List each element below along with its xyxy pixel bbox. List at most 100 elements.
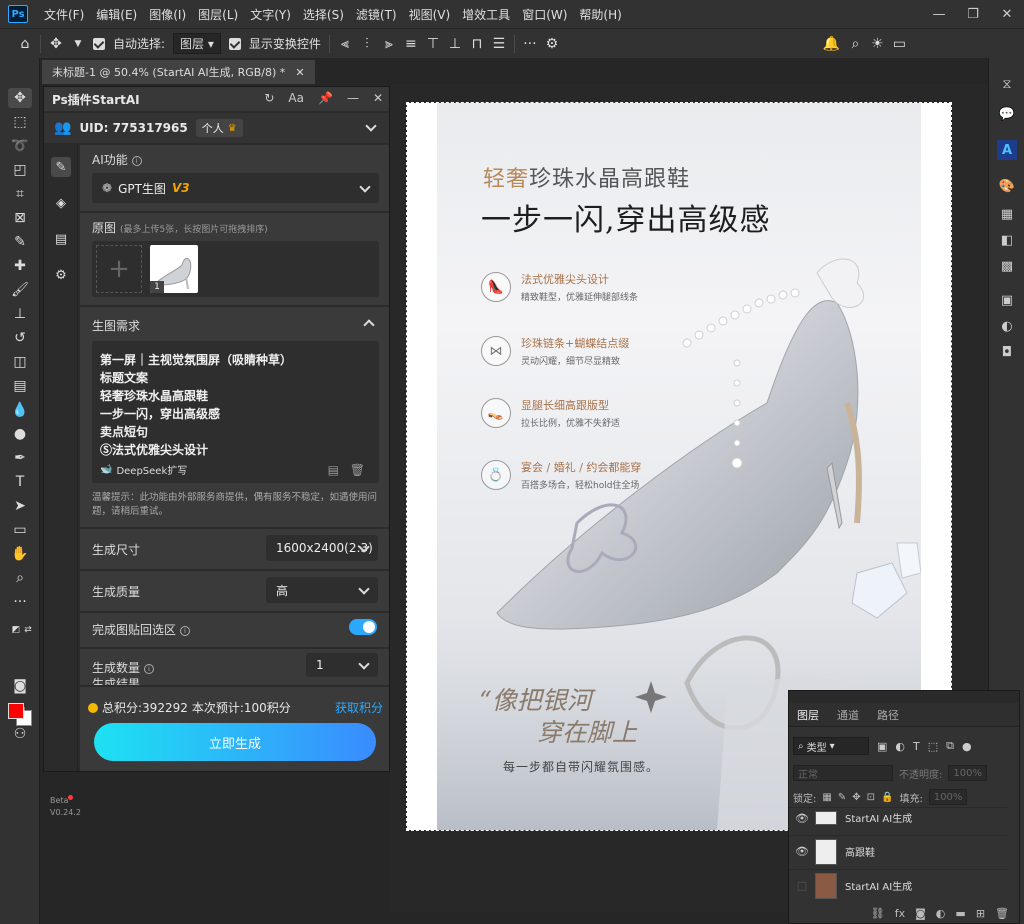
adjustment-filter-icon[interactable]: ◐: [895, 740, 905, 753]
gear-icon[interactable]: ⚙: [545, 36, 559, 52]
info-icon[interactable]: i: [131, 155, 142, 166]
menu-window[interactable]: 窗口(W): [516, 6, 573, 23]
properties-icon[interactable]: ◘: [997, 342, 1017, 362]
minimize-icon[interactable]: —: [922, 0, 956, 28]
prompt-textarea[interactable]: 第一屏｜主视觉氛围屏（吸睛种草） 标题文案 轻奢珍珠水晶高跟鞋 一步一闪，穿出高…: [92, 341, 379, 483]
gradients-icon[interactable]: ◧: [997, 230, 1017, 250]
text-filter-icon[interactable]: T: [913, 740, 920, 753]
layer-row[interactable]: □ StartAI AI生成: [789, 869, 1007, 901]
comment-icon[interactable]: 💬: [997, 104, 1017, 124]
bell-icon[interactable]: 🔔: [823, 36, 840, 52]
distribute-icon[interactable]: ≡: [404, 36, 418, 52]
add-image-button[interactable]: +: [96, 245, 142, 293]
menu-help[interactable]: 帮助(H): [573, 6, 627, 23]
filter-toggle-icon[interactable]: ●: [962, 740, 972, 753]
crop-tool-icon[interactable]: ⌗: [8, 184, 32, 204]
auto-select-dropdown[interactable]: 图层 ▾: [173, 33, 221, 54]
path-select-tool-icon[interactable]: ➤: [8, 496, 32, 516]
eye-icon[interactable]: 👁: [789, 845, 815, 858]
chevron-down-icon[interactable]: ▼: [71, 39, 85, 49]
swap-colors-icon[interactable]: ⇄: [16, 620, 40, 640]
frame-tool-icon[interactable]: ⊠: [8, 208, 32, 228]
tab-channels[interactable]: 通道: [837, 707, 859, 723]
zoom-tool-icon[interactable]: ⌕: [8, 568, 32, 588]
model-dropdown[interactable]: ❁ GPT生图 V3: [92, 173, 379, 203]
lock-artboard-icon[interactable]: ⊡: [867, 792, 875, 803]
lock-transparent-icon[interactable]: ▦: [822, 792, 831, 803]
lock-position-icon[interactable]: ✥: [852, 792, 860, 803]
lock-pixels-icon[interactable]: ✎: [838, 792, 846, 803]
close-window-icon[interactable]: ✕: [990, 0, 1024, 28]
lock-all-icon[interactable]: 🔒: [881, 792, 893, 803]
paste-back-toggle[interactable]: [349, 619, 377, 635]
object-select-tool-icon[interactable]: ◰: [8, 160, 32, 180]
blend-mode-dropdown[interactable]: 正常: [793, 765, 893, 781]
generate-button[interactable]: 立即生成: [94, 723, 376, 761]
adjustment-layer-icon[interactable]: ◐: [936, 907, 946, 920]
quick-mask-icon[interactable]: ◙: [8, 676, 32, 696]
tab-layers[interactable]: 图层: [797, 707, 819, 723]
patterns-icon[interactable]: ▩: [997, 256, 1017, 276]
eyedropper-tool-icon[interactable]: ✎: [8, 232, 32, 252]
history-prompt-icon[interactable]: ▤: [328, 463, 339, 477]
text-tool-icon[interactable]: T: [8, 472, 32, 492]
trash-icon[interactable]: 🗑: [350, 463, 365, 477]
align-middle-icon[interactable]: ⊥: [448, 36, 462, 52]
home-icon[interactable]: ⌂: [18, 36, 32, 52]
tab-paths[interactable]: 路径: [877, 707, 899, 723]
align-bottom-icon[interactable]: ⊓: [470, 36, 484, 52]
chevron-up-icon[interactable]: [363, 319, 375, 331]
menu-plugins[interactable]: 增效工具: [456, 6, 516, 23]
align-center-icon[interactable]: ⫶: [360, 36, 374, 52]
size-dropdown[interactable]: 1600x2400(2:3): [266, 535, 378, 561]
align-right-icon[interactable]: ⫸: [382, 36, 396, 52]
refresh-icon[interactable]: ↻: [264, 91, 274, 105]
adjustments-icon[interactable]: ◐: [997, 316, 1017, 336]
menu-file[interactable]: 文件(F): [38, 6, 90, 23]
minimize-panel-icon[interactable]: —: [347, 91, 359, 105]
font-size-icon[interactable]: Aa: [288, 91, 304, 105]
panel-grip[interactable]: [789, 691, 1019, 703]
eye-hidden-icon[interactable]: □: [789, 879, 815, 892]
quality-dropdown[interactable]: 高: [266, 577, 378, 603]
shape-filter-icon[interactable]: ⬚: [928, 740, 938, 753]
info-icon[interactable]: i: [180, 625, 191, 636]
info-icon[interactable]: i: [144, 663, 155, 674]
plugin-icon[interactable]: ⚇: [8, 724, 32, 744]
close-tab-icon[interactable]: ✕: [295, 66, 304, 79]
move-tool-icon[interactable]: ✥: [49, 36, 63, 52]
lasso-tool-icon[interactable]: ➰: [8, 136, 32, 156]
libraries-icon[interactable]: ▣: [997, 290, 1017, 310]
more-tools-icon[interactable]: ···: [8, 592, 32, 612]
pen-tool-icon[interactable]: ✒: [8, 448, 32, 468]
document-tab[interactable]: 未标题-1 @ 50.4% (StartAI AI生成, RGB/8) * ✕: [42, 60, 315, 84]
eraser-tool-icon[interactable]: ◫: [8, 352, 32, 372]
fx-icon[interactable]: fx: [895, 907, 905, 920]
close-panel-icon[interactable]: ✕: [373, 91, 383, 105]
menu-type[interactable]: 文字(Y): [244, 6, 297, 23]
layer-row[interactable]: 👁 StartAI AI生成: [789, 807, 1007, 825]
menu-filter[interactable]: 滤镜(T): [350, 6, 403, 23]
menu-image[interactable]: 图像(I): [143, 6, 192, 23]
menu-layer[interactable]: 图层(L): [192, 6, 244, 23]
stamp-tool-icon[interactable]: ⊥: [8, 304, 32, 324]
foreground-color-swatch[interactable]: [8, 703, 24, 719]
distribute-vertical-icon[interactable]: ☰: [492, 36, 506, 52]
menu-view[interactable]: 视图(V): [403, 6, 457, 23]
pin-icon[interactable]: 📌: [318, 91, 333, 105]
lightbulb-icon[interactable]: ☀: [870, 36, 884, 52]
account-bar[interactable]: 👥 UID: 775317965 个人 ♛: [44, 113, 389, 143]
search-icon[interactable]: ⌕: [848, 36, 862, 52]
settings-icon[interactable]: ⚙: [51, 265, 71, 285]
move-tool-icon[interactable]: ✥: [8, 88, 32, 108]
new-layer-icon[interactable]: ⊞: [976, 907, 985, 920]
link-layers-icon[interactable]: ⛓: [871, 907, 885, 920]
chevron-down-icon[interactable]: [365, 120, 377, 132]
more-options-icon[interactable]: ···: [523, 36, 537, 52]
healing-brush-tool-icon[interactable]: ✚: [8, 256, 32, 276]
blur-tool-icon[interactable]: 💧: [8, 400, 32, 420]
add-mask-icon[interactable]: ◙: [915, 907, 926, 920]
get-credits-link[interactable]: 获取积分: [335, 699, 383, 716]
history-brush-tool-icon[interactable]: ↺: [8, 328, 32, 348]
source-thumbnail[interactable]: 1: [150, 245, 198, 293]
